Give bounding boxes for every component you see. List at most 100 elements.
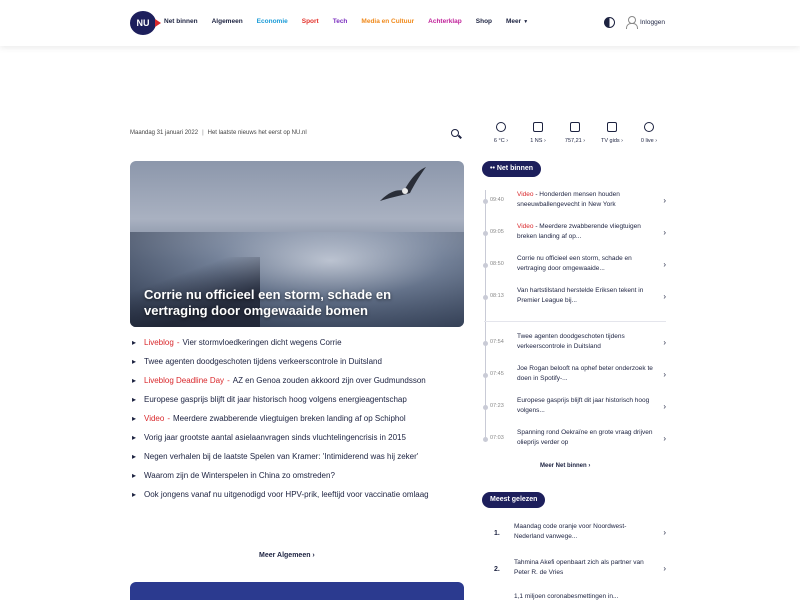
timeline-item[interactable]: 07:03 Spanning rond Oekraïne en grote vra… (483, 428, 666, 456)
more-algemeen-link[interactable]: Meer Algemeen › (259, 552, 315, 559)
nav-item-shop[interactable]: Shop (476, 18, 492, 25)
list-item[interactable]: ▸ Europese gasprijs blijft dit jaar histo… (130, 394, 464, 405)
item-text: Tahmina Akefi openbaart zich als partner… (514, 559, 644, 576)
item-time: 07:54 (490, 339, 504, 345)
search-icon[interactable] (451, 129, 459, 137)
nu-logo[interactable]: NU (130, 11, 161, 35)
service-widgets: 6 °C 1 NS 757,21 TV gids 0 live (484, 122, 666, 144)
item-text: Video - Meerdere zwabberende vliegtuigen… (517, 223, 641, 240)
headline-text: AZ en Genoa zouden akkoord zijn over Gud… (232, 376, 426, 385)
item-time: 07:03 (490, 435, 504, 441)
arrow-right-icon: ▸ (132, 433, 137, 442)
timeline-divider (484, 321, 666, 322)
hero-title[interactable]: Corrie nu officieel een storm, schade en… (144, 287, 444, 319)
item-time: 08:13 (490, 293, 504, 299)
weather-icon (496, 122, 506, 132)
traffic-icon (533, 122, 543, 132)
headline-text: Twee agenten doodgeschoten tijdens verke… (144, 357, 382, 366)
main-nav: Net binnen Algemeen Economie Sport Tech … (164, 18, 528, 25)
seagull-icon (380, 167, 426, 201)
chevron-right-icon: › (663, 292, 666, 301)
headline-list: ▸ Liveblog - Vier stormvloedkeringen dicht … (130, 337, 464, 508)
chevron-right-icon: › (663, 564, 666, 573)
list-item[interactable]: ▸ Video - Meerdere zwabberende vliegtuigen … (130, 413, 464, 424)
login-link[interactable]: Inloggen (640, 19, 665, 26)
current-date: Maandag 31 januari 2022 (130, 130, 199, 136)
popular-item[interactable]: 2. Tahmina Akefi openbaart zich als partn… (484, 558, 666, 588)
popular-item[interactable]: 1. Maandag code oranje voor Noordwest-Ned… (484, 522, 666, 552)
headline-text: Europese gasprijs blijft dit jaar histor… (144, 395, 407, 404)
list-item[interactable]: ▸ Ook jongens vanaf nu uitgenodigd voor H… (130, 489, 464, 500)
chevron-right-icon: › (663, 260, 666, 269)
item-label: Video (517, 191, 534, 198)
arrow-right-icon: ▸ (132, 414, 137, 423)
chevron-down-icon: ▼ (523, 19, 529, 25)
list-item[interactable]: ▸ Vorig jaar grootste aantal asielaanvrag… (130, 432, 464, 443)
nav-item-meer-label: Meer (506, 18, 522, 25)
arrow-right-icon: ▸ (132, 376, 137, 385)
popular-item[interactable]: 3.1,1 miljoen coronabesmettingen in... (484, 592, 666, 600)
arrow-right-icon: ▸ (132, 452, 137, 461)
rank-number: 2. (494, 566, 500, 573)
nav-item-net-binnen[interactable]: Net binnen (164, 18, 198, 25)
item-text: Van hartstilstand herstelde Eriksen teke… (517, 287, 644, 304)
list-item[interactable]: ▸ Twee agenten doodgeschoten tijdens verk… (130, 356, 464, 367)
chevron-right-icon: › (663, 402, 666, 411)
timeline-item[interactable]: 07:45 Joe Rogan belooft na ophef beter on… (483, 364, 666, 392)
weather-widget[interactable]: 6 °C (484, 122, 518, 144)
tv-widget[interactable]: TV gids (595, 122, 629, 144)
nav-item-achterklap[interactable]: Achterklap (428, 18, 462, 25)
item-text: Europese gasprijs blijft dit jaar histor… (517, 397, 650, 414)
nav-item-meer[interactable]: Meer ▼ (506, 18, 528, 25)
nav-item-economie[interactable]: Economie (257, 18, 288, 25)
hero-article[interactable]: Corrie nu officieel een storm, schade en… (130, 161, 464, 327)
headline-text: Vier stormvloedkeringen dicht wegens Cor… (182, 338, 342, 347)
timeline-item[interactable]: 09:40 Video - Honderden mensen houden sne… (483, 190, 666, 218)
rank-number: 1. (494, 530, 500, 537)
list-item[interactable]: ▸ Negen verhalen bij de laatste Spelen va… (130, 451, 464, 462)
nav-item-algemeen[interactable]: Algemeen (212, 18, 243, 25)
next-section-banner[interactable] (130, 582, 464, 600)
item-time: 07:45 (490, 371, 504, 377)
tv-icon (607, 122, 617, 132)
headline-label: Liveblog Deadline Day (144, 376, 225, 385)
user-icon[interactable] (626, 16, 638, 29)
net-binnen-heading-text: Net binnen (496, 165, 534, 172)
headline-label: Liveblog (144, 338, 174, 347)
chat-icon (644, 122, 654, 132)
headline-text: Negen verhalen bij de laatste Spelen van… (144, 452, 419, 461)
theme-toggle-icon[interactable] (604, 17, 615, 28)
arrow-right-icon: ▸ (132, 338, 137, 347)
timeline-item[interactable]: 08:50 Corrie nu officieel een storm, scha… (483, 254, 666, 282)
traffic-value: 1 NS (530, 138, 546, 144)
item-text: Twee agenten doodgeschoten tijdens verke… (517, 333, 625, 350)
chevron-right-icon: › (663, 434, 666, 443)
chevron-right-icon: › (663, 228, 666, 237)
list-item[interactable]: ▸ Liveblog Deadline Day - AZ en Genoa zoude… (130, 375, 464, 386)
dateline: Maandag 31 januari 2022 | Het laatste nieu… (130, 130, 307, 136)
item-time: 07:23 (490, 403, 504, 409)
nav-item-media-en-cultuur[interactable]: Media en Cultuur (361, 18, 414, 25)
nav-item-tech[interactable]: Tech (333, 18, 348, 25)
list-item[interactable]: ▸ Liveblog - Vier stormvloedkeringen dicht … (130, 337, 464, 348)
timeline-item[interactable]: 07:54 Twee agenten doodgeschoten tijdens … (483, 332, 666, 360)
headline-text: Ook jongens vanaf nu uitgenodigd voor HP… (144, 490, 429, 499)
arrow-right-icon: ▸ (132, 357, 137, 366)
live-value: 0 live (641, 138, 657, 144)
headline-label: Video (144, 414, 165, 423)
timeline-item[interactable]: 07:23 Europese gasprijs blijft dit jaar h… (483, 396, 666, 424)
more-net-binnen-link[interactable]: Meer Net binnen › (540, 463, 590, 469)
timeline-item[interactable]: 08:13 Van hartstilstand herstelde Eriksen… (483, 286, 666, 314)
timeline-dot (483, 437, 488, 442)
chevron-right-icon: › (663, 370, 666, 379)
label-separator: - (227, 376, 230, 385)
traffic-widget[interactable]: 1 NS (521, 122, 555, 144)
stocks-widget[interactable]: 757,21 (558, 122, 592, 144)
live-widget[interactable]: 0 live (632, 122, 666, 144)
list-item[interactable]: ▸ Waarom zijn de Winterspelen in China zo… (130, 470, 464, 481)
timeline-item[interactable]: 09:05 Video - Meerdere zwabberende vliegt… (483, 222, 666, 250)
nav-item-sport[interactable]: Sport (302, 18, 319, 25)
site-tagline: Het laatste nieuws het eerst op NU.nl (207, 130, 307, 136)
item-label: Video (517, 223, 534, 230)
arrow-right-icon: ▸ (132, 395, 137, 404)
